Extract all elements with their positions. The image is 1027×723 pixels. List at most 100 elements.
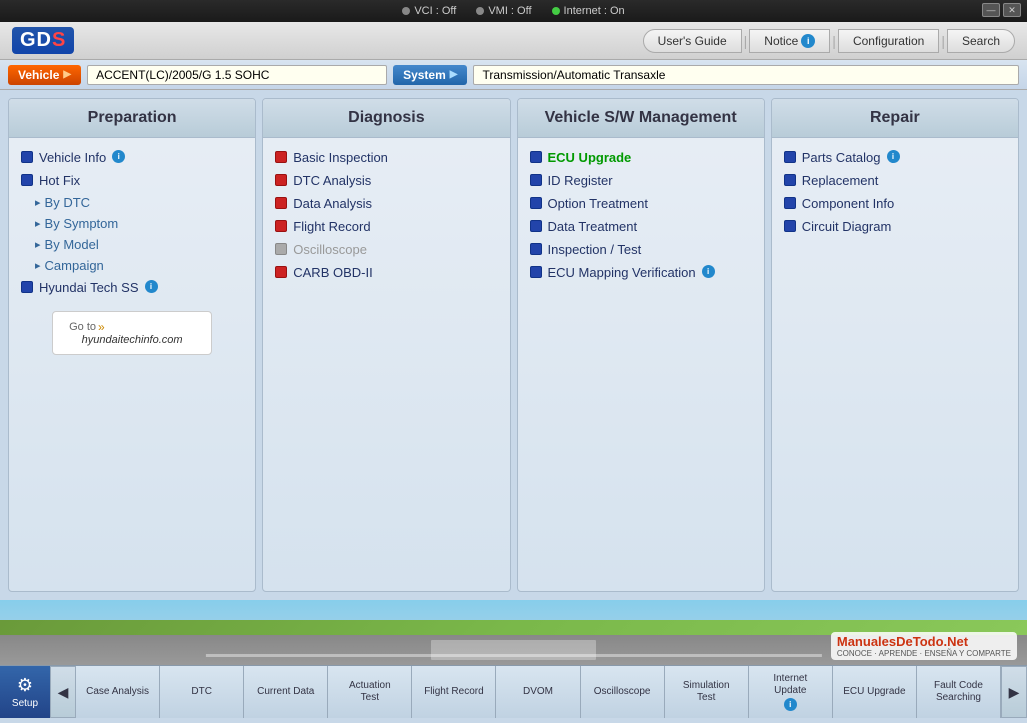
tab-internet-update[interactable]: InternetUpdate i [749, 666, 833, 718]
notice-button[interactable]: Notice i [749, 29, 830, 53]
users-guide-button[interactable]: User's Guide [643, 29, 742, 53]
option-treatment-item[interactable]: Option Treatment [528, 192, 754, 215]
app-logo: GDS [12, 27, 74, 54]
by-dtc-arrow: ▸ [35, 196, 41, 209]
system-value: Transmission/Automatic Transaxle [473, 65, 1019, 85]
tab-dvom[interactable]: DVOM [496, 666, 580, 718]
top-bar: VCI : Off VMI : Off Internet : On — ✕ [0, 0, 1027, 22]
go-to-banner[interactable]: Go to » hyundaitechinfo.com [52, 311, 212, 355]
hyundai-tech-icon [21, 281, 33, 293]
next-tab-button[interactable]: ▶ [1001, 666, 1027, 718]
vmi-label: VMI : Off [488, 5, 531, 17]
repair-header: Repair [772, 99, 1018, 138]
circuit-diagram-item[interactable]: Circuit Diagram [782, 215, 1008, 238]
component-info-icon [784, 197, 796, 209]
configuration-button[interactable]: Configuration [838, 29, 939, 53]
preparation-header: Preparation [9, 99, 255, 138]
main-content: Preparation Vehicle Info i Hot Fix ▸ By … [0, 90, 1027, 600]
tab-fault-code[interactable]: Fault CodeSearching [917, 666, 1001, 718]
vehicle-info-icon [21, 151, 33, 163]
bottom-bar: ⚙ Setup ◀ Case Analysis DTC Current Data… [0, 665, 1027, 717]
diagnosis-body: Basic Inspection DTC Analysis Data Analy… [263, 138, 509, 292]
minimize-button[interactable]: — [982, 3, 1000, 17]
hyundai-tech-info-icon: i [145, 280, 158, 293]
id-register-icon [530, 174, 542, 186]
tab-bar: Case Analysis DTC Current Data Actuation… [76, 666, 1001, 718]
ecu-upgrade-icon [530, 151, 542, 163]
vci-dot [402, 7, 410, 15]
vehicle-sw-header: Vehicle S/W Management [518, 99, 764, 138]
tab-simulation-test[interactable]: SimulationTest [665, 666, 749, 718]
ecu-mapping-info-icon: i [702, 265, 715, 278]
campaign-item[interactable]: ▸ Campaign [19, 255, 245, 276]
basic-inspection-icon [275, 151, 287, 163]
data-analysis-icon [275, 197, 287, 209]
close-button[interactable]: ✕ [1003, 3, 1021, 17]
vehicle-info-item[interactable]: Vehicle Info i [19, 146, 245, 169]
id-register-item[interactable]: ID Register [528, 169, 754, 192]
vehicle-bar: Vehicle ▶ ACCENT(LC)/2005/G 1.5 SOHC Sys… [0, 60, 1027, 90]
setup-gear-icon: ⚙ [17, 675, 33, 696]
dtc-analysis-icon [275, 174, 287, 186]
by-symptom-arrow: ▸ [35, 217, 41, 230]
replacement-item[interactable]: Replacement [782, 169, 1008, 192]
system-button[interactable]: System ▶ [393, 65, 467, 85]
prev-tab-button[interactable]: ◀ [50, 666, 76, 718]
oscilloscope-icon [275, 243, 287, 255]
by-symptom-item[interactable]: ▸ By Symptom [19, 213, 245, 234]
nav-buttons: User's Guide | Notice i | Configuration … [643, 29, 1015, 53]
ecu-mapping-icon [530, 266, 542, 278]
by-dtc-item[interactable]: ▸ By DTC [19, 192, 245, 213]
parts-catalog-item[interactable]: Parts Catalog i [782, 146, 1008, 169]
data-treatment-icon [530, 220, 542, 232]
carb-obd-icon [275, 266, 287, 278]
oscilloscope-item: Oscilloscope [273, 238, 499, 261]
flight-record-item[interactable]: Flight Record [273, 215, 499, 238]
dtc-analysis-item[interactable]: DTC Analysis [273, 169, 499, 192]
diagnosis-header: Diagnosis [263, 99, 509, 138]
app-header: GDS User's Guide | Notice i | Configurat… [0, 22, 1027, 60]
tab-ecu-upgrade[interactable]: ECU Upgrade [833, 666, 917, 718]
vci-label: VCI : Off [414, 5, 456, 17]
watermark: ManualesDeTodo.Net CONOCE · APRENDE · EN… [831, 632, 1017, 660]
tab-case-analysis[interactable]: Case Analysis [76, 666, 160, 718]
parts-catalog-icon [784, 151, 796, 163]
component-info-item[interactable]: Component Info [782, 192, 1008, 215]
vci-status: VCI : Off [402, 5, 456, 17]
internet-update-info-icon: i [784, 698, 797, 711]
repair-body: Parts Catalog i Replacement Component In… [772, 138, 1018, 246]
vmi-status: VMI : Off [476, 5, 531, 17]
watermark-tagline: CONOCE · APRENDE · ENSEÑA Y COMPARTE [837, 649, 1011, 658]
banner-area: Go to » hyundaitechinfo.com [27, 303, 237, 363]
setup-button[interactable]: ⚙ Setup [0, 666, 50, 718]
search-button[interactable]: Search [947, 29, 1015, 53]
replacement-icon [784, 174, 796, 186]
parts-catalog-info-icon: i [887, 150, 900, 163]
ecu-mapping-item[interactable]: ECU Mapping Verification i [528, 261, 754, 284]
hyundai-tech-item[interactable]: Hyundai Tech SS i [19, 276, 245, 299]
window-controls: — ✕ [982, 3, 1021, 17]
tab-current-data[interactable]: Current Data [244, 666, 328, 718]
by-model-item[interactable]: ▸ By Model [19, 234, 245, 255]
hot-fix-icon [21, 174, 33, 186]
tab-dtc[interactable]: DTC [160, 666, 244, 718]
vmi-dot [476, 7, 484, 15]
basic-inspection-item[interactable]: Basic Inspection [273, 146, 499, 169]
inspection-test-icon [530, 243, 542, 255]
data-analysis-item[interactable]: Data Analysis [273, 192, 499, 215]
system-arrow-icon: ▶ [450, 69, 458, 80]
tab-oscilloscope[interactable]: Oscilloscope [581, 666, 665, 718]
tab-flight-record[interactable]: Flight Record [412, 666, 496, 718]
tab-actuation-test[interactable]: ActuationTest [328, 666, 412, 718]
vehicle-info-info-icon: i [112, 150, 125, 163]
data-treatment-item[interactable]: Data Treatment [528, 215, 754, 238]
preparation-panel: Preparation Vehicle Info i Hot Fix ▸ By … [8, 98, 256, 592]
carb-obd-item[interactable]: CARB OBD-II [273, 261, 499, 284]
go-to-url: hyundaitechinfo.com [69, 334, 195, 346]
inspection-test-item[interactable]: Inspection / Test [528, 238, 754, 261]
vehicle-sw-body: ECU Upgrade ID Register Option Treatment… [518, 138, 764, 292]
hot-fix-item[interactable]: Hot Fix [19, 169, 245, 192]
vehicle-button[interactable]: Vehicle ▶ [8, 65, 81, 85]
ecu-upgrade-item[interactable]: ECU Upgrade [528, 146, 754, 169]
vehicle-arrow-icon: ▶ [63, 69, 71, 80]
